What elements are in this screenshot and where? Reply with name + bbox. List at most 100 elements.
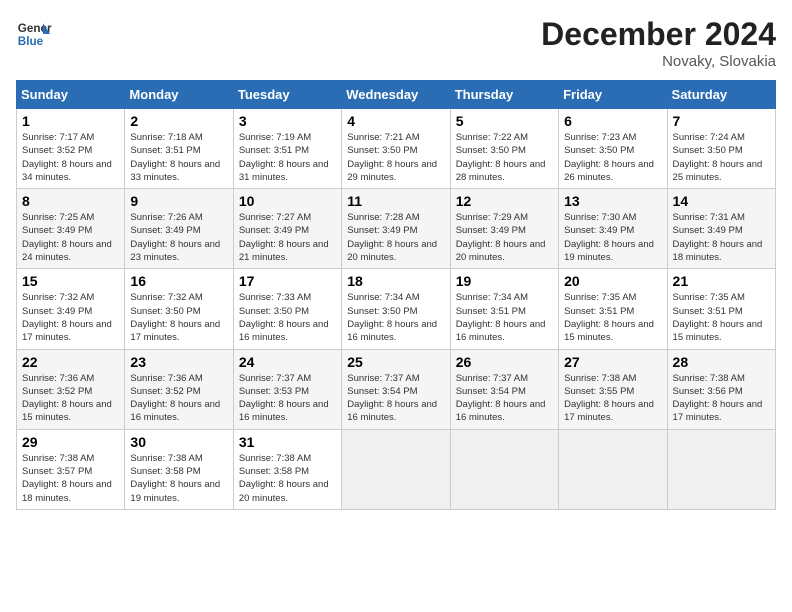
calendar-table: SundayMondayTuesdayWednesdayThursdayFrid…: [16, 80, 776, 510]
day-info: Sunrise: 7:34 AM Sunset: 3:51 PM Dayligh…: [456, 291, 553, 344]
calendar-day-15: 15 Sunrise: 7:32 AM Sunset: 3:49 PM Dayl…: [17, 269, 125, 349]
day-info: Sunrise: 7:38 AM Sunset: 3:56 PM Dayligh…: [673, 372, 770, 425]
calendar-day-17: 17 Sunrise: 7:33 AM Sunset: 3:50 PM Dayl…: [233, 269, 341, 349]
day-info: Sunrise: 7:29 AM Sunset: 3:49 PM Dayligh…: [456, 211, 553, 264]
weekday-header-sunday: Sunday: [17, 81, 125, 109]
day-info: Sunrise: 7:35 AM Sunset: 3:51 PM Dayligh…: [673, 291, 770, 344]
day-info: Sunrise: 7:22 AM Sunset: 3:50 PM Dayligh…: [456, 131, 553, 184]
day-info: Sunrise: 7:30 AM Sunset: 3:49 PM Dayligh…: [564, 211, 661, 264]
day-number: 15: [22, 273, 119, 289]
location: Novaky, Slovakia: [541, 53, 776, 70]
calendar-day-5: 5 Sunrise: 7:22 AM Sunset: 3:50 PM Dayli…: [450, 109, 558, 189]
day-number: 21: [673, 273, 770, 289]
day-number: 9: [130, 193, 227, 209]
day-info: Sunrise: 7:37 AM Sunset: 3:54 PM Dayligh…: [456, 372, 553, 425]
day-number: 11: [347, 193, 444, 209]
day-number: 31: [239, 434, 336, 450]
day-info: Sunrise: 7:24 AM Sunset: 3:50 PM Dayligh…: [673, 131, 770, 184]
day-number: 7: [673, 113, 770, 129]
calendar-day-12: 12 Sunrise: 7:29 AM Sunset: 3:49 PM Dayl…: [450, 189, 558, 269]
calendar-day-13: 13 Sunrise: 7:30 AM Sunset: 3:49 PM Dayl…: [559, 189, 667, 269]
day-number: 30: [130, 434, 227, 450]
day-info: Sunrise: 7:36 AM Sunset: 3:52 PM Dayligh…: [22, 372, 119, 425]
day-number: 27: [564, 354, 661, 370]
calendar-day-29: 29 Sunrise: 7:38 AM Sunset: 3:57 PM Dayl…: [17, 429, 125, 509]
day-number: 17: [239, 273, 336, 289]
day-info: Sunrise: 7:38 AM Sunset: 3:55 PM Dayligh…: [564, 372, 661, 425]
calendar-day-30: 30 Sunrise: 7:38 AM Sunset: 3:58 PM Dayl…: [125, 429, 233, 509]
weekday-header-friday: Friday: [559, 81, 667, 109]
day-number: 2: [130, 113, 227, 129]
weekday-header-wednesday: Wednesday: [342, 81, 450, 109]
day-number: 3: [239, 113, 336, 129]
day-info: Sunrise: 7:37 AM Sunset: 3:53 PM Dayligh…: [239, 372, 336, 425]
day-info: Sunrise: 7:23 AM Sunset: 3:50 PM Dayligh…: [564, 131, 661, 184]
calendar-day-24: 24 Sunrise: 7:37 AM Sunset: 3:53 PM Dayl…: [233, 349, 341, 429]
svg-text:Blue: Blue: [18, 35, 44, 48]
empty-cell: [450, 429, 558, 509]
day-info: Sunrise: 7:31 AM Sunset: 3:49 PM Dayligh…: [673, 211, 770, 264]
calendar-day-23: 23 Sunrise: 7:36 AM Sunset: 3:52 PM Dayl…: [125, 349, 233, 429]
day-info: Sunrise: 7:21 AM Sunset: 3:50 PM Dayligh…: [347, 131, 444, 184]
day-number: 29: [22, 434, 119, 450]
day-info: Sunrise: 7:18 AM Sunset: 3:51 PM Dayligh…: [130, 131, 227, 184]
day-info: Sunrise: 7:27 AM Sunset: 3:49 PM Dayligh…: [239, 211, 336, 264]
day-info: Sunrise: 7:19 AM Sunset: 3:51 PM Dayligh…: [239, 131, 336, 184]
day-info: Sunrise: 7:35 AM Sunset: 3:51 PM Dayligh…: [564, 291, 661, 344]
day-number: 10: [239, 193, 336, 209]
day-number: 12: [456, 193, 553, 209]
day-info: Sunrise: 7:38 AM Sunset: 3:58 PM Dayligh…: [130, 452, 227, 505]
day-number: 28: [673, 354, 770, 370]
calendar-day-18: 18 Sunrise: 7:34 AM Sunset: 3:50 PM Dayl…: [342, 269, 450, 349]
calendar-day-14: 14 Sunrise: 7:31 AM Sunset: 3:49 PM Dayl…: [667, 189, 775, 269]
day-info: Sunrise: 7:33 AM Sunset: 3:50 PM Dayligh…: [239, 291, 336, 344]
day-info: Sunrise: 7:36 AM Sunset: 3:52 PM Dayligh…: [130, 372, 227, 425]
calendar-day-25: 25 Sunrise: 7:37 AM Sunset: 3:54 PM Dayl…: [342, 349, 450, 429]
calendar-day-11: 11 Sunrise: 7:28 AM Sunset: 3:49 PM Dayl…: [342, 189, 450, 269]
day-info: Sunrise: 7:34 AM Sunset: 3:50 PM Dayligh…: [347, 291, 444, 344]
weekday-header-saturday: Saturday: [667, 81, 775, 109]
day-info: Sunrise: 7:32 AM Sunset: 3:50 PM Dayligh…: [130, 291, 227, 344]
header: General Blue December 2024 Novaky, Slova…: [16, 16, 776, 70]
day-number: 19: [456, 273, 553, 289]
day-number: 13: [564, 193, 661, 209]
calendar-day-19: 19 Sunrise: 7:34 AM Sunset: 3:51 PM Dayl…: [450, 269, 558, 349]
day-number: 4: [347, 113, 444, 129]
calendar-day-20: 20 Sunrise: 7:35 AM Sunset: 3:51 PM Dayl…: [559, 269, 667, 349]
day-number: 24: [239, 354, 336, 370]
calendar-day-1: 1 Sunrise: 7:17 AM Sunset: 3:52 PM Dayli…: [17, 109, 125, 189]
day-info: Sunrise: 7:28 AM Sunset: 3:49 PM Dayligh…: [347, 211, 444, 264]
calendar-day-26: 26 Sunrise: 7:37 AM Sunset: 3:54 PM Dayl…: [450, 349, 558, 429]
day-number: 22: [22, 354, 119, 370]
calendar-day-28: 28 Sunrise: 7:38 AM Sunset: 3:56 PM Dayl…: [667, 349, 775, 429]
calendar-day-9: 9 Sunrise: 7:26 AM Sunset: 3:49 PM Dayli…: [125, 189, 233, 269]
day-number: 23: [130, 354, 227, 370]
calendar-day-2: 2 Sunrise: 7:18 AM Sunset: 3:51 PM Dayli…: [125, 109, 233, 189]
day-number: 5: [456, 113, 553, 129]
calendar-day-27: 27 Sunrise: 7:38 AM Sunset: 3:55 PM Dayl…: [559, 349, 667, 429]
day-info: Sunrise: 7:37 AM Sunset: 3:54 PM Dayligh…: [347, 372, 444, 425]
day-info: Sunrise: 7:25 AM Sunset: 3:49 PM Dayligh…: [22, 211, 119, 264]
logo: General Blue: [16, 16, 52, 52]
calendar-day-3: 3 Sunrise: 7:19 AM Sunset: 3:51 PM Dayli…: [233, 109, 341, 189]
day-number: 25: [347, 354, 444, 370]
empty-cell: [667, 429, 775, 509]
calendar-day-7: 7 Sunrise: 7:24 AM Sunset: 3:50 PM Dayli…: [667, 109, 775, 189]
day-number: 18: [347, 273, 444, 289]
day-info: Sunrise: 7:26 AM Sunset: 3:49 PM Dayligh…: [130, 211, 227, 264]
empty-cell: [559, 429, 667, 509]
month-title: December 2024: [541, 16, 776, 53]
day-number: 16: [130, 273, 227, 289]
calendar-day-22: 22 Sunrise: 7:36 AM Sunset: 3:52 PM Dayl…: [17, 349, 125, 429]
day-number: 8: [22, 193, 119, 209]
weekday-header-thursday: Thursday: [450, 81, 558, 109]
calendar-day-6: 6 Sunrise: 7:23 AM Sunset: 3:50 PM Dayli…: [559, 109, 667, 189]
day-number: 20: [564, 273, 661, 289]
day-info: Sunrise: 7:38 AM Sunset: 3:57 PM Dayligh…: [22, 452, 119, 505]
calendar-day-16: 16 Sunrise: 7:32 AM Sunset: 3:50 PM Dayl…: [125, 269, 233, 349]
weekday-header-tuesday: Tuesday: [233, 81, 341, 109]
day-number: 26: [456, 354, 553, 370]
day-info: Sunrise: 7:17 AM Sunset: 3:52 PM Dayligh…: [22, 131, 119, 184]
day-number: 1: [22, 113, 119, 129]
calendar-day-31: 31 Sunrise: 7:38 AM Sunset: 3:58 PM Dayl…: [233, 429, 341, 509]
